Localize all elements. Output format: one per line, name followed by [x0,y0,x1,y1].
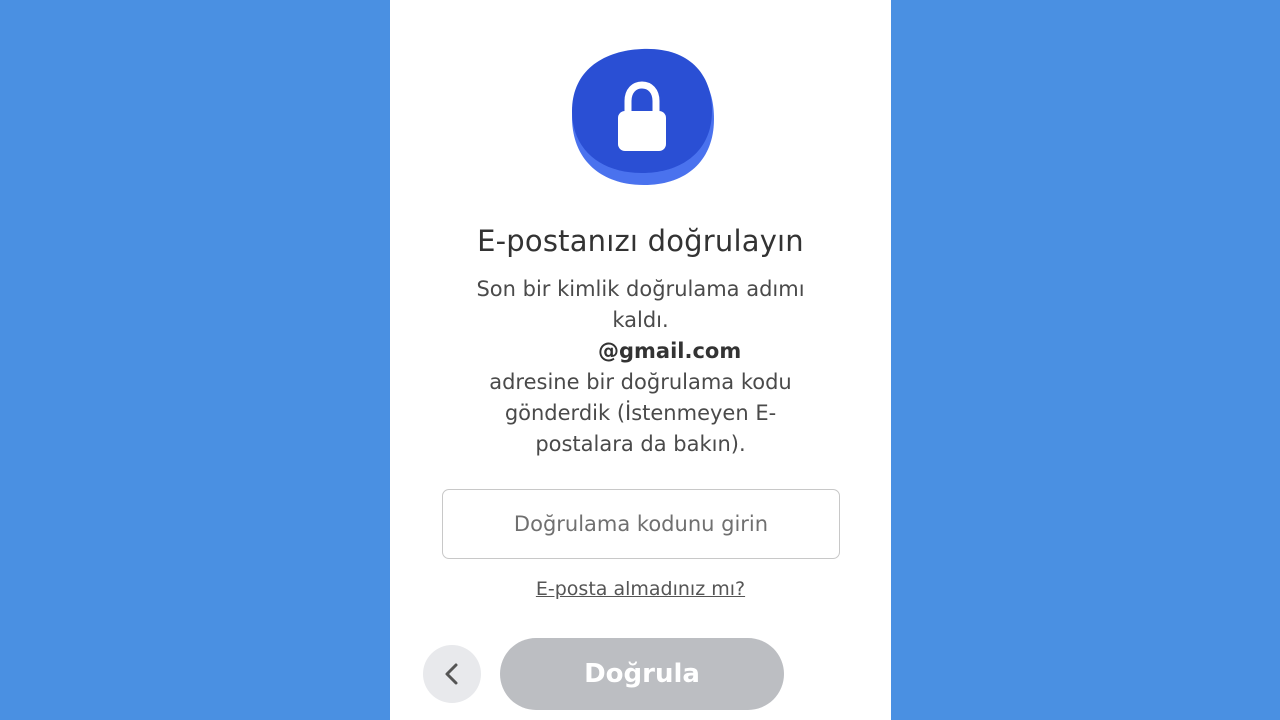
verification-code-input[interactable] [442,489,840,559]
verification-panel: E-postanızı doğrulayın Son bir kimlik do… [390,0,891,720]
email-address: @gmail.com [598,339,742,363]
lock-icon [572,48,714,185]
back-button[interactable] [423,645,481,703]
verify-button[interactable]: Doğrula [500,638,784,710]
chevron-left-icon [445,663,458,685]
page-title: E-postanızı doğrulayın [477,224,804,258]
resend-email-link[interactable]: E-posta almadınız mı? [390,578,891,600]
description-intro: Son bir kimlik doğrulama adımı kaldı. [476,277,805,332]
lock-badge [570,47,716,187]
description-detail: adresine bir doğrulama kodu gönderdik (İ… [489,370,792,456]
verification-description: Son bir kimlik doğrulama adımı kaldı. @g… [458,274,823,460]
